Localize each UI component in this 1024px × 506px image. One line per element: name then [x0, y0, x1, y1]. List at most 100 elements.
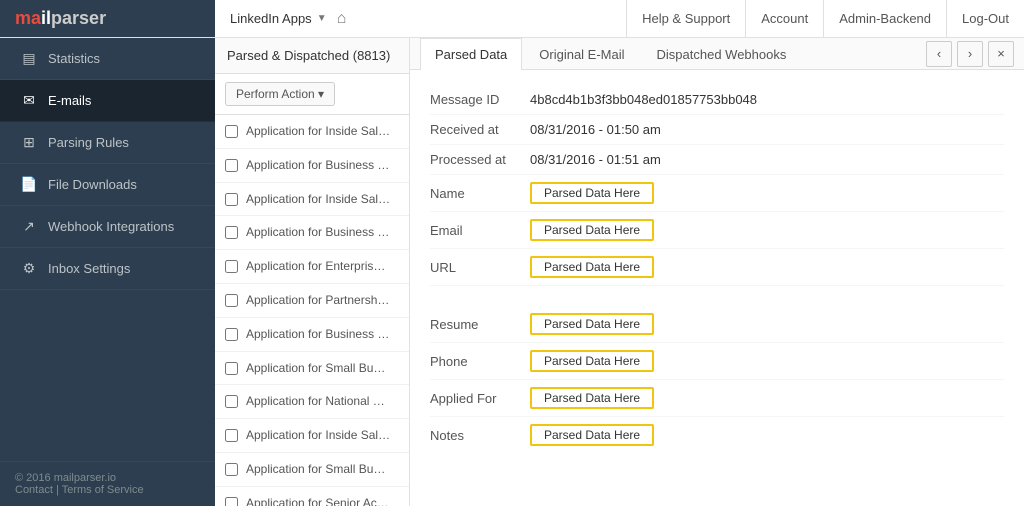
email-list-item[interactable]: Application for Inside Sales fro…	[215, 183, 409, 217]
detail-tab-parsed-data[interactable]: Parsed Data	[420, 38, 522, 70]
email-list-header: Parsed & Dispatched (8813)	[215, 38, 409, 74]
email-checkbox[interactable]	[225, 294, 238, 307]
detail-field-label: Message ID	[430, 92, 530, 107]
prev-button[interactable]: ‹	[926, 41, 952, 67]
next-button[interactable]: ›	[957, 41, 983, 67]
email-list-item[interactable]: Application for Business Deve…	[215, 216, 409, 250]
email-subject: Application for Inside Sales fro…	[246, 427, 391, 444]
sidebar-item-parsing-rules[interactable]: ⊞ Parsing Rules	[0, 122, 215, 164]
email-subject: Application for Enterprise Acc…	[246, 258, 391, 275]
detail-field-value: Parsed Data Here	[530, 387, 654, 409]
email-list-item[interactable]: Application for Enterprise Acc…	[215, 250, 409, 284]
email-list-item[interactable]: Application for Partnership Sa…	[215, 284, 409, 318]
detail-row: NotesParsed Data Here	[430, 417, 1004, 453]
email-list: Application for Inside Sales fro… Applic…	[215, 115, 409, 506]
email-list-item[interactable]: Application for Business Deve…	[215, 318, 409, 352]
email-subject: Application for Inside Sales fro…	[246, 123, 391, 140]
detail-field-label: Notes	[430, 428, 530, 443]
email-list-item[interactable]: Application for Small Business…	[215, 453, 409, 487]
email-checkbox[interactable]	[225, 159, 238, 172]
detail-field-label: Email	[430, 223, 530, 238]
sidebar-item-statistics[interactable]: ▤ Statistics	[0, 38, 215, 80]
detail-row: Processed at08/31/2016 - 01:51 am	[430, 145, 1004, 175]
statistics-icon: ▤	[20, 50, 38, 67]
email-checkbox[interactable]	[225, 463, 238, 476]
email-checkbox[interactable]	[225, 125, 238, 138]
nav-right: Help & Support Account Admin-Backend Log…	[626, 0, 1024, 38]
detail-row: URLParsed Data Here	[430, 249, 1004, 286]
detail-row: Message ID4b8cd4b1b3f3bb048ed01857753bb0…	[430, 85, 1004, 115]
detail-tabs: Parsed DataOriginal E-MailDispatched Web…	[410, 38, 1024, 70]
sidebar-item-label-webhook-integrations: Webhook Integrations	[48, 219, 174, 234]
linkedin-apps-dropdown[interactable]: LinkedIn Apps ▼	[230, 11, 327, 26]
email-checkbox[interactable]	[225, 395, 238, 408]
sidebar-item-label-file-downloads: File Downloads	[48, 177, 137, 192]
file-downloads-icon: 📄	[20, 176, 38, 193]
account-link[interactable]: Account	[745, 0, 823, 38]
detail-field-value: Parsed Data Here	[530, 424, 654, 446]
detail-field-value: Parsed Data Here	[530, 219, 654, 241]
detail-row: Applied ForParsed Data Here	[430, 380, 1004, 417]
detail-row: EmailParsed Data Here	[430, 212, 1004, 249]
home-icon[interactable]: ⌂	[337, 10, 347, 28]
email-checkbox[interactable]	[225, 226, 238, 239]
email-subject: Application for Business Deve…	[246, 157, 391, 174]
email-checkbox[interactable]	[225, 362, 238, 375]
sidebar-item-label-parsing-rules: Parsing Rules	[48, 135, 129, 150]
email-list-item[interactable]: Application for Senior Account…	[215, 487, 409, 506]
detail-field-value: Parsed Data Here	[530, 182, 654, 204]
sidebar-item-emails[interactable]: ✉ E-mails	[0, 80, 215, 122]
sidebar-item-label-inbox-settings: Inbox Settings	[48, 261, 130, 276]
detail-panel: Parsed DataOriginal E-MailDispatched Web…	[410, 38, 1024, 506]
detail-field-label: Received at	[430, 122, 530, 137]
email-checkbox[interactable]	[225, 429, 238, 442]
inbox-settings-icon: ⚙	[20, 260, 38, 277]
sidebar-item-inbox-settings[interactable]: ⚙ Inbox Settings	[0, 248, 215, 290]
tab-nav-buttons: ‹›×	[926, 41, 1014, 67]
sidebar-item-file-downloads[interactable]: 📄 File Downloads	[0, 164, 215, 206]
terms-link[interactable]: Terms of Service	[62, 484, 144, 496]
sidebar: ▤ Statistics ✉ E-mails ⊞ Parsing Rules 📄…	[0, 38, 215, 506]
email-list-toolbar: Perform Action ▾	[215, 74, 409, 115]
nav-center: LinkedIn Apps ▼ ⌂	[215, 10, 626, 28]
sidebar-item-label-statistics: Statistics	[48, 51, 100, 66]
sidebar-item-label-emails: E-mails	[48, 93, 91, 108]
email-subject: Application for Business Deve…	[246, 326, 391, 343]
detail-field-label: Applied For	[430, 391, 530, 406]
email-list-item[interactable]: Application for Inside Sales fro…	[215, 115, 409, 149]
email-list-panel: Parsed & Dispatched (8813) Perform Actio…	[215, 38, 410, 506]
close-button[interactable]: ×	[988, 41, 1014, 67]
detail-field-value: Parsed Data Here	[530, 256, 654, 278]
help-support-link[interactable]: Help & Support	[626, 0, 745, 38]
detail-tab-dispatched-webhooks[interactable]: Dispatched Webhooks	[642, 38, 802, 70]
email-checkbox[interactable]	[225, 260, 238, 273]
detail-field-value: Parsed Data Here	[530, 313, 654, 335]
linkedin-apps-label: LinkedIn Apps	[230, 11, 312, 26]
parsing-rules-icon: ⊞	[20, 134, 38, 151]
email-list-item[interactable]: Application for Small Business…	[215, 352, 409, 386]
detail-row: NameParsed Data Here	[430, 175, 1004, 212]
contact-link[interactable]: Contact	[15, 484, 53, 496]
sidebar-footer: © 2016 mailparser.io Contact | Terms of …	[0, 461, 215, 506]
detail-row: PhoneParsed Data Here	[430, 343, 1004, 380]
email-checkbox[interactable]	[225, 328, 238, 341]
top-nav: mailparser LinkedIn Apps ▼ ⌂ Help & Supp…	[0, 0, 1024, 38]
email-list-item[interactable]: Application for National Sales …	[215, 385, 409, 419]
content-area: Parsed & Dispatched (8813) Perform Actio…	[215, 38, 1024, 506]
webhook-icon: ↗	[20, 218, 38, 235]
detail-field-label: Processed at	[430, 152, 530, 167]
detail-tab-original-e-mail[interactable]: Original E-Mail	[524, 38, 639, 70]
detail-row: ResumeParsed Data Here	[430, 306, 1004, 343]
email-list-item[interactable]: Application for Business Deve…	[215, 149, 409, 183]
email-checkbox[interactable]	[225, 497, 238, 506]
email-subject: Application for Partnership Sa…	[246, 292, 391, 309]
admin-backend-link[interactable]: Admin-Backend	[823, 0, 946, 38]
detail-field-value: 08/31/2016 - 01:51 am	[530, 152, 661, 167]
logout-link[interactable]: Log-Out	[946, 0, 1024, 38]
email-subject: Application for Small Business…	[246, 360, 391, 377]
detail-content: Message ID4b8cd4b1b3f3bb048ed01857753bb0…	[410, 70, 1024, 506]
email-list-item[interactable]: Application for Inside Sales fro…	[215, 419, 409, 453]
perform-action-button[interactable]: Perform Action ▾	[225, 82, 335, 106]
sidebar-item-webhook-integrations[interactable]: ↗ Webhook Integrations	[0, 206, 215, 248]
email-checkbox[interactable]	[225, 193, 238, 206]
